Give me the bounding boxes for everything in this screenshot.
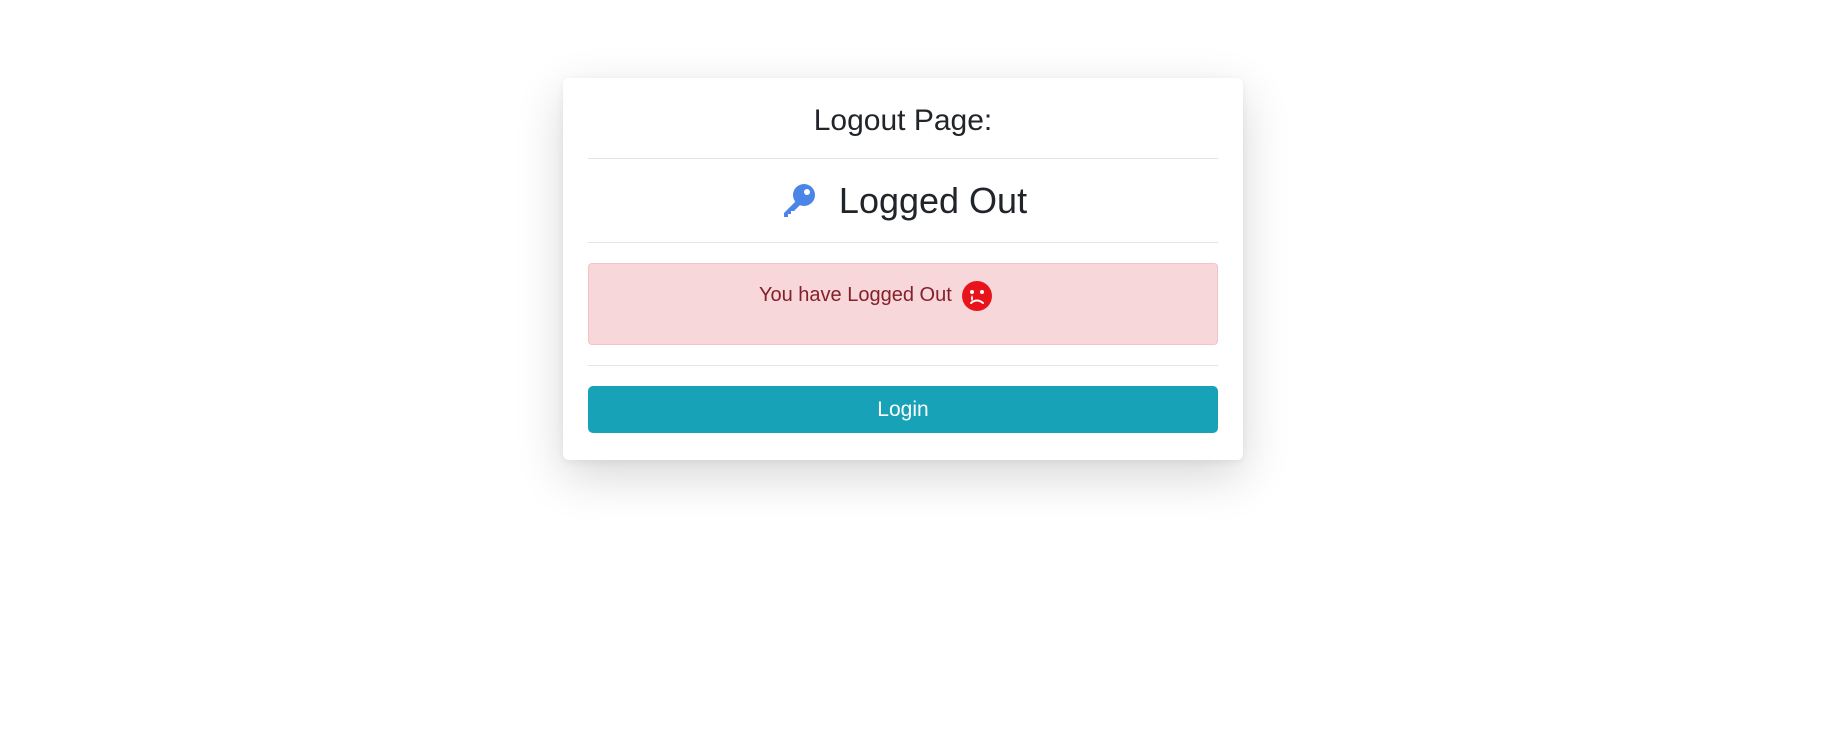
alert-message: You have Logged Out — [759, 284, 952, 306]
divider — [588, 365, 1218, 366]
logout-card: Logout Page: Logged Out You have Logged … — [563, 78, 1243, 460]
status-heading: Logged Out — [838, 179, 1028, 221]
page-title: Logout Page: — [813, 104, 993, 137]
status-row: Logged Out — [588, 159, 1218, 242]
key-icon — [779, 181, 819, 221]
login-button[interactable]: Login — [588, 386, 1218, 433]
logout-alert: You have Logged Out — [588, 263, 1218, 345]
sad-face-icon — [961, 281, 992, 311]
divider — [588, 242, 1218, 243]
